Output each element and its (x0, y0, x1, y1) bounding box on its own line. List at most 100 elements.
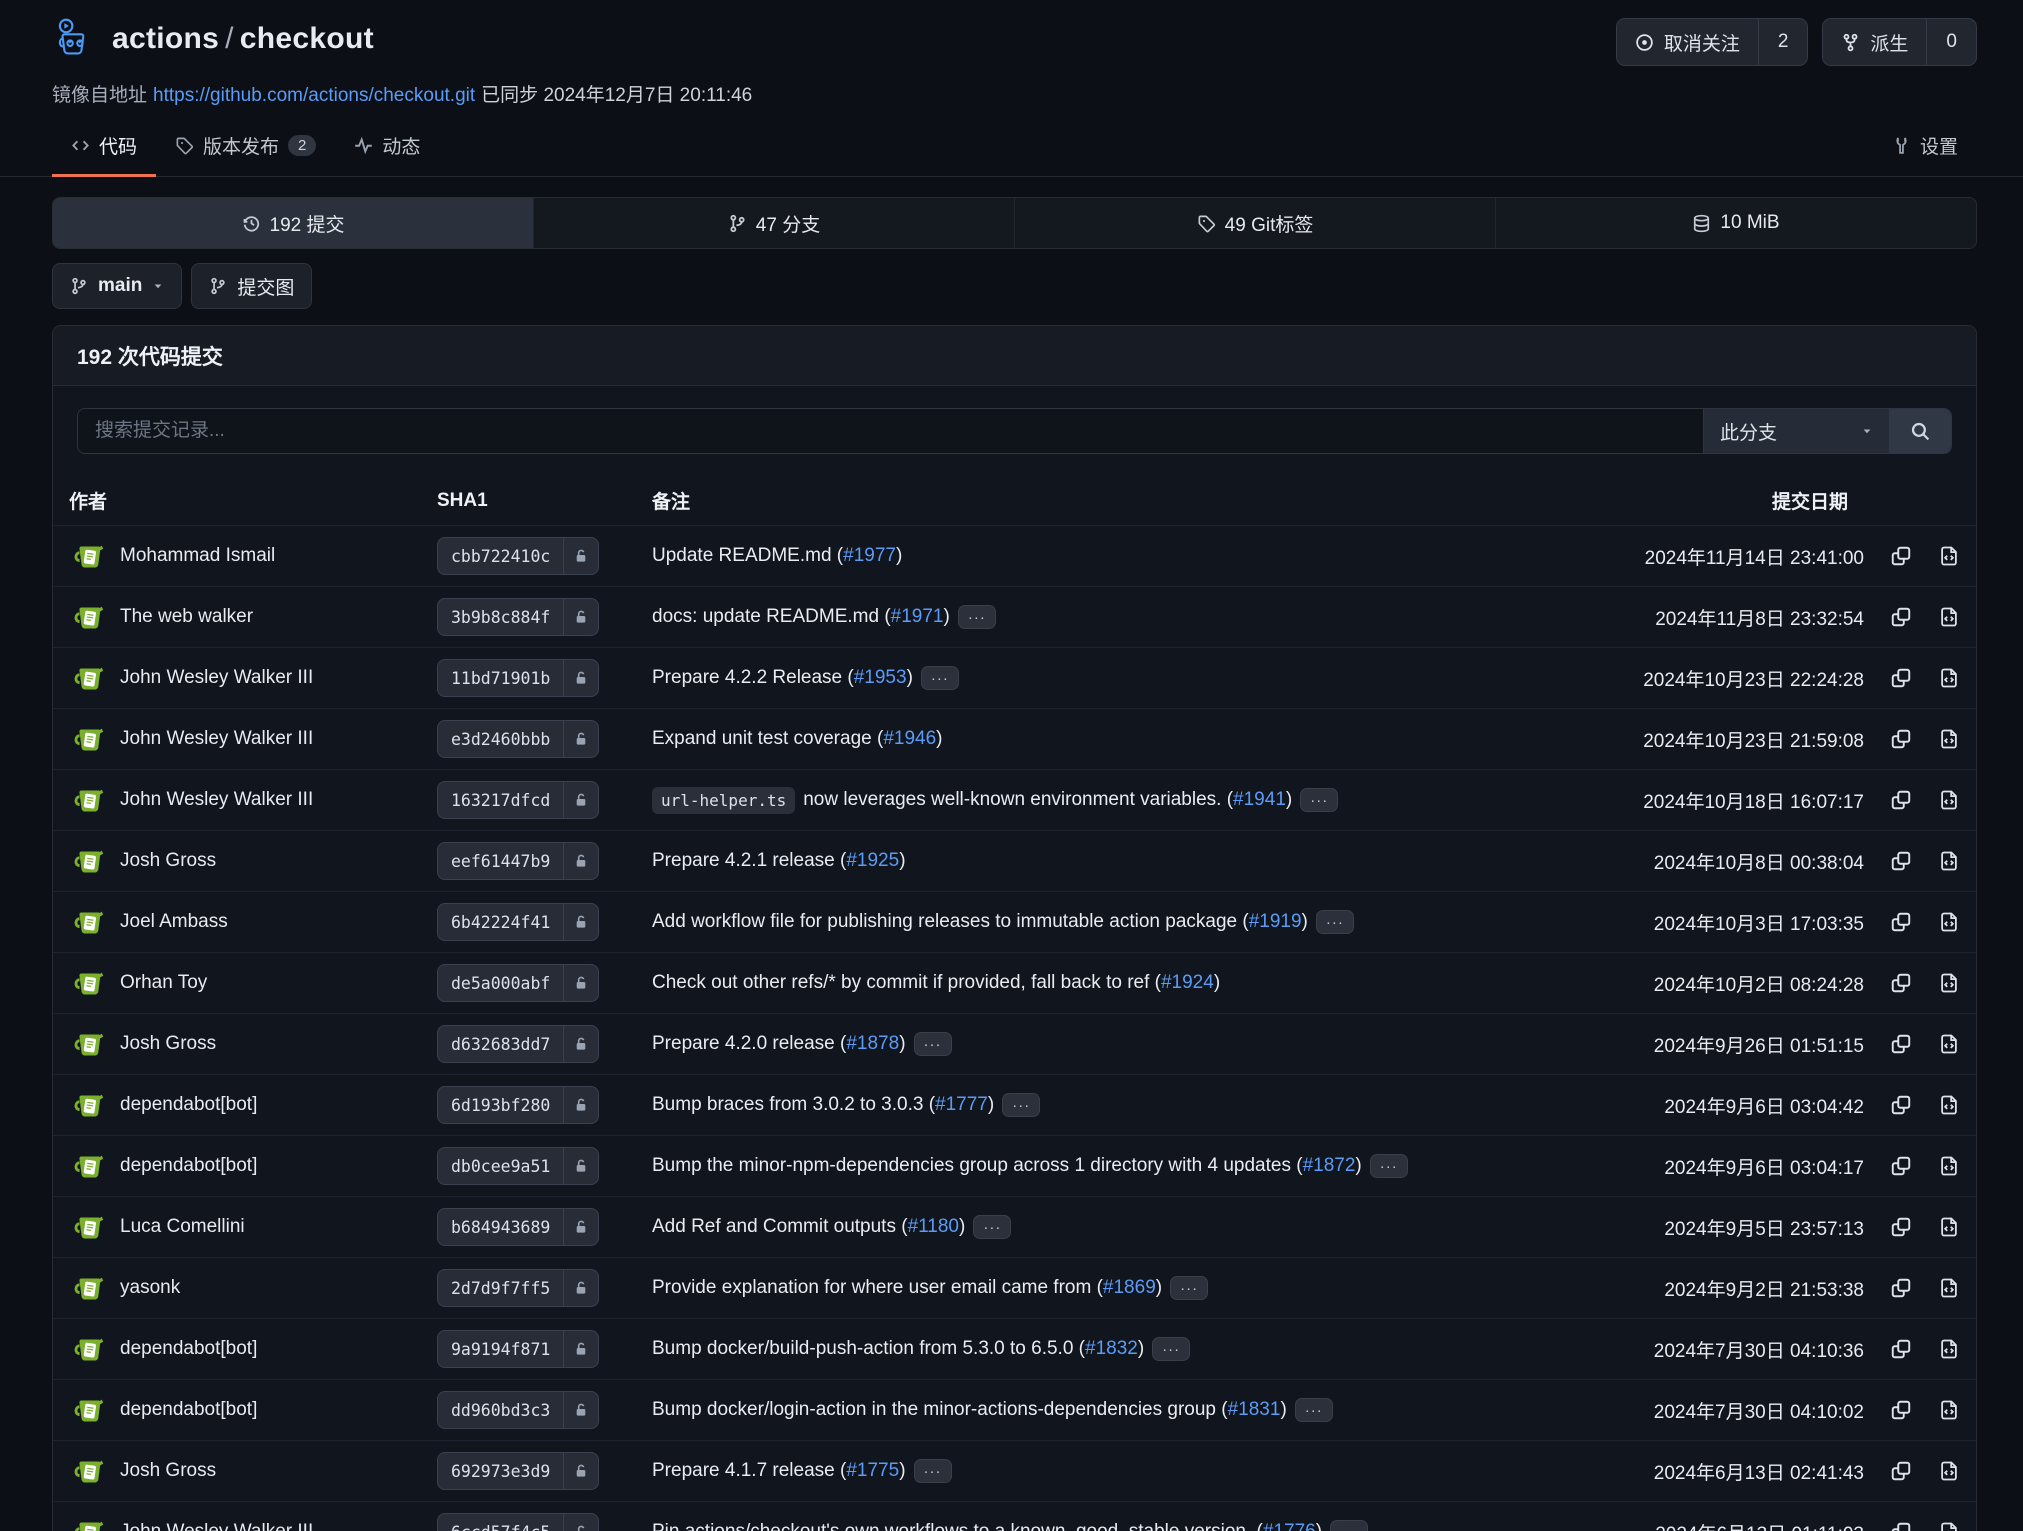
stat-commits[interactable]: 192 提交 (53, 198, 533, 248)
copy-sha-button[interactable] (1890, 1521, 1912, 1531)
browse-source-button[interactable] (1938, 728, 1960, 750)
stat-size[interactable]: 10 MiB (1495, 198, 1976, 248)
expand-commit-message-button[interactable]: ··· (1370, 1154, 1408, 1178)
commit-sha-link[interactable]: d632683dd7 (437, 1025, 599, 1063)
issue-link[interactable]: #1777 (935, 1094, 988, 1115)
expand-commit-message-button[interactable]: ··· (914, 1459, 952, 1483)
search-input[interactable] (78, 409, 1703, 453)
browse-source-button[interactable] (1938, 545, 1960, 567)
issue-link[interactable]: #1869 (1103, 1277, 1156, 1298)
copy-sha-button[interactable] (1890, 606, 1912, 628)
stat-branches[interactable]: 47 分支 (533, 198, 1014, 248)
expand-commit-message-button[interactable]: ··· (1295, 1398, 1333, 1422)
expand-commit-message-button[interactable]: ··· (973, 1215, 1011, 1239)
issue-link[interactable]: #1941 (1233, 789, 1286, 810)
issue-link[interactable]: #1872 (1303, 1155, 1356, 1176)
issue-link[interactable]: #1831 (1228, 1399, 1281, 1420)
commit-sha-link[interactable]: 11bd71901b (437, 659, 599, 697)
issue-link[interactable]: #1924 (1161, 972, 1214, 993)
issue-link[interactable]: #1775 (846, 1460, 899, 1481)
expand-commit-message-button[interactable]: ··· (1316, 910, 1354, 934)
branch-filter-dropdown[interactable]: 此分支 (1703, 409, 1889, 453)
browse-source-button[interactable] (1938, 1460, 1960, 1482)
copy-sha-button[interactable] (1890, 1460, 1912, 1482)
copy-sha-button[interactable] (1890, 728, 1912, 750)
issue-link[interactable]: #1977 (843, 545, 896, 566)
expand-commit-message-button[interactable]: ··· (1300, 788, 1338, 812)
copy-sha-button[interactable] (1890, 667, 1912, 689)
expand-commit-message-button[interactable]: ··· (1170, 1276, 1208, 1300)
browse-source-button[interactable] (1938, 789, 1960, 811)
tab-code[interactable]: 代码 (52, 117, 156, 177)
mirror-url-link[interactable]: https://github.com/actions/checkout.git (153, 85, 475, 106)
commit-sha-link[interactable]: 163217dfcd (437, 781, 599, 819)
branch-selector[interactable]: main (52, 263, 182, 309)
copy-sha-button[interactable] (1890, 1094, 1912, 1116)
copy-sha-button[interactable] (1890, 1155, 1912, 1177)
issue-link[interactable]: #1946 (883, 728, 936, 749)
browse-source-button[interactable] (1938, 1155, 1960, 1177)
copy-sha-button[interactable] (1890, 1033, 1912, 1055)
browse-source-button[interactable] (1938, 1216, 1960, 1238)
issue-link[interactable]: #1878 (846, 1033, 899, 1054)
issue-link[interactable]: #1180 (908, 1216, 959, 1237)
browse-source-button[interactable] (1938, 850, 1960, 872)
issue-link[interactable]: #1925 (846, 850, 899, 871)
commit-sha-link[interactable]: 692973e3d9 (437, 1452, 599, 1490)
commit-sha-link[interactable]: 2d7d9f7ff5 (437, 1269, 599, 1307)
browse-source-button[interactable] (1938, 1033, 1960, 1055)
repo-owner[interactable]: actions (112, 22, 219, 55)
search-button[interactable] (1889, 409, 1951, 453)
unwatch-button[interactable]: 取消关注 2 (1616, 18, 1809, 66)
commit-sha-link[interactable]: dd960bd3c3 (437, 1391, 599, 1429)
commit-sha-link[interactable]: eef61447b9 (437, 842, 599, 880)
forks-count[interactable]: 0 (1926, 19, 1976, 65)
commit-sha-link[interactable]: de5a000abf (437, 964, 599, 1002)
copy-sha-button[interactable] (1890, 1277, 1912, 1299)
tab-activity[interactable]: 动态 (335, 117, 439, 177)
browse-source-button[interactable] (1938, 1094, 1960, 1116)
browse-source-button[interactable] (1938, 972, 1960, 994)
copy-sha-button[interactable] (1890, 1399, 1912, 1421)
copy-sha-button[interactable] (1890, 545, 1912, 567)
commit-sha-link[interactable]: db0cee9a51 (437, 1147, 599, 1185)
copy-sha-button[interactable] (1890, 1216, 1912, 1238)
copy-sha-button[interactable] (1890, 972, 1912, 994)
issue-link[interactable]: #1919 (1249, 911, 1302, 932)
expand-commit-message-button[interactable]: ··· (921, 666, 959, 690)
commit-sha-link[interactable]: 9a9194f871 (437, 1330, 599, 1368)
copy-sha-button[interactable] (1890, 850, 1912, 872)
browse-source-button[interactable] (1938, 1521, 1960, 1531)
commit-sha-link[interactable]: b684943689 (437, 1208, 599, 1246)
browse-source-button[interactable] (1938, 911, 1960, 933)
issue-link[interactable]: #1776 (1263, 1521, 1316, 1531)
commit-sha-link[interactable]: 6d193bf280 (437, 1086, 599, 1124)
fork-button[interactable]: 派生 0 (1822, 18, 1977, 66)
commit-sha-link[interactable]: e3d2460bbb (437, 720, 599, 758)
browse-source-button[interactable] (1938, 606, 1960, 628)
browse-source-button[interactable] (1938, 1338, 1960, 1360)
expand-commit-message-button[interactable]: ··· (914, 1032, 952, 1056)
expand-commit-message-button[interactable]: ··· (1330, 1520, 1368, 1531)
commit-sha-link[interactable]: 6b42224f41 (437, 903, 599, 941)
commit-sha-link[interactable]: cbb722410c (437, 537, 599, 575)
expand-commit-message-button[interactable]: ··· (1002, 1093, 1040, 1117)
expand-commit-message-button[interactable]: ··· (958, 605, 996, 629)
watchers-count[interactable]: 2 (1758, 19, 1808, 65)
tab-settings[interactable]: 设置 (1873, 117, 1977, 177)
browse-source-button[interactable] (1938, 1277, 1960, 1299)
commit-sha-link[interactable]: 6ccd57f4c5 (437, 1513, 599, 1531)
browse-source-button[interactable] (1938, 667, 1960, 689)
tab-releases[interactable]: 版本发布 2 (156, 117, 335, 177)
issue-link[interactable]: #1953 (854, 667, 907, 688)
copy-sha-button[interactable] (1890, 789, 1912, 811)
commit-sha-link[interactable]: 3b9b8c884f (437, 598, 599, 636)
issue-link[interactable]: #1971 (891, 606, 944, 627)
stat-tags[interactable]: 49 Git标签 (1014, 198, 1495, 248)
repo-name[interactable]: checkout (240, 22, 374, 55)
commit-graph-button[interactable]: 提交图 (191, 263, 312, 309)
expand-commit-message-button[interactable]: ··· (1152, 1337, 1190, 1361)
browse-source-button[interactable] (1938, 1399, 1960, 1421)
copy-sha-button[interactable] (1890, 1338, 1912, 1360)
copy-sha-button[interactable] (1890, 911, 1912, 933)
